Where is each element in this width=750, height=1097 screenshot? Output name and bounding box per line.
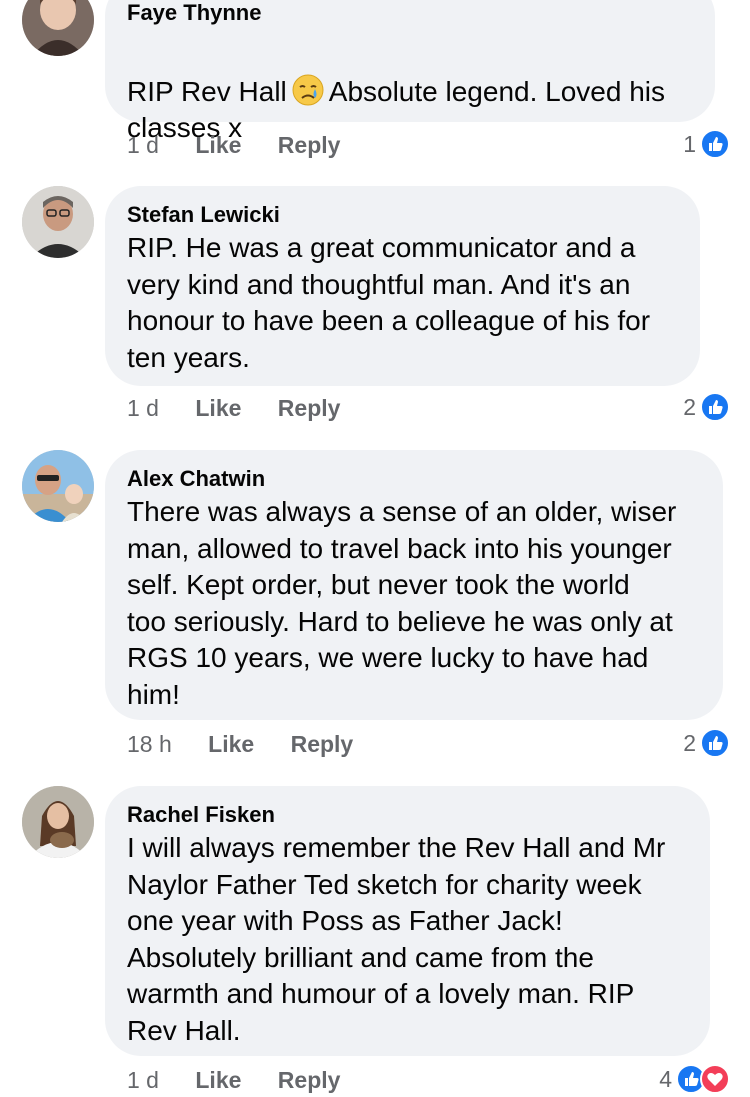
comment: Stefan Lewicki RIP. He was a great commu… [0,186,750,436]
reaction-count: 2 [683,729,696,756]
comment-text: There was always a sense of an older, wi… [127,496,677,710]
comment-time[interactable]: 1 d [127,1067,159,1093]
comment-time[interactable]: 1 d [127,395,159,421]
reply-button[interactable]: Reply [291,731,354,757]
like-reaction-icon [700,728,730,758]
like-button[interactable]: Like [208,731,254,757]
reaction-count: 2 [683,393,696,420]
comment-text: RIP. He was a great communicator and a v… [127,232,651,373]
avatar-photo [22,186,94,258]
comment-author[interactable]: Alex Chatwin [127,466,265,492]
comment-actions: 18 h Like Reply [127,731,383,758]
comment-actions: 1 d Like Reply [127,1067,370,1094]
comment-bubble: Faye Thynne RIP Rev Hall Absolute legend… [105,0,715,143]
comment-author[interactable]: Stefan Lewicki [127,202,280,228]
comment-text-before: RIP Rev Hall [127,75,287,107]
comment-bubble: Rachel Fisken I will always remember the… [105,786,710,1056]
avatar[interactable] [22,450,94,522]
like-button[interactable]: Like [195,395,241,421]
comment-time[interactable]: 1 d [127,132,159,158]
like-button[interactable]: Like [195,1067,241,1093]
reply-button[interactable]: Reply [278,132,341,158]
comment-actions: 1 d Like Reply [127,132,370,159]
avatar[interactable] [22,0,94,56]
like-reaction-icon [700,129,730,159]
comment-bubble: Stefan Lewicki RIP. He was a great commu… [105,186,700,386]
comment-author[interactable]: Rachel Fisken [127,802,275,828]
avatar-photo [22,786,94,858]
reaction-summary[interactable]: 2 [683,392,730,422]
reaction-summary[interactable]: 2 [683,728,730,758]
reaction-count: 1 [683,130,696,157]
avatar[interactable] [22,186,94,258]
reaction-summary[interactable]: 1 [683,129,730,159]
reply-button[interactable]: Reply [278,1067,341,1093]
crying-face-icon [292,74,324,105]
like-button[interactable]: Like [195,132,241,158]
comment-actions: 1 d Like Reply [127,395,370,422]
comment-author[interactable]: Faye Thynne [127,0,261,26]
comment-bubble: Alex Chatwin There was always a sense of… [105,450,723,720]
comment-time[interactable]: 18 h [127,731,172,757]
comment: Rachel Fisken I will always remember the… [0,786,750,1097]
reply-button[interactable]: Reply [278,395,341,421]
reaction-summary[interactable]: 4 [659,1064,730,1094]
reaction-count: 4 [659,1065,672,1092]
love-reaction-icon [700,1064,730,1094]
comment-text: RIP Rev Hall Absolute legend. Loved his … [127,36,701,147]
avatar[interactable] [22,786,94,858]
comment: Alex Chatwin There was always a sense of… [0,450,750,770]
comment: Faye Thynne RIP Rev Hall Absolute legend… [0,0,750,170]
like-reaction-icon [700,392,730,422]
avatar-photo [22,0,94,56]
avatar-photo [22,450,94,522]
comment-text: I will always remember the Rev Hall and … [127,832,666,1046]
